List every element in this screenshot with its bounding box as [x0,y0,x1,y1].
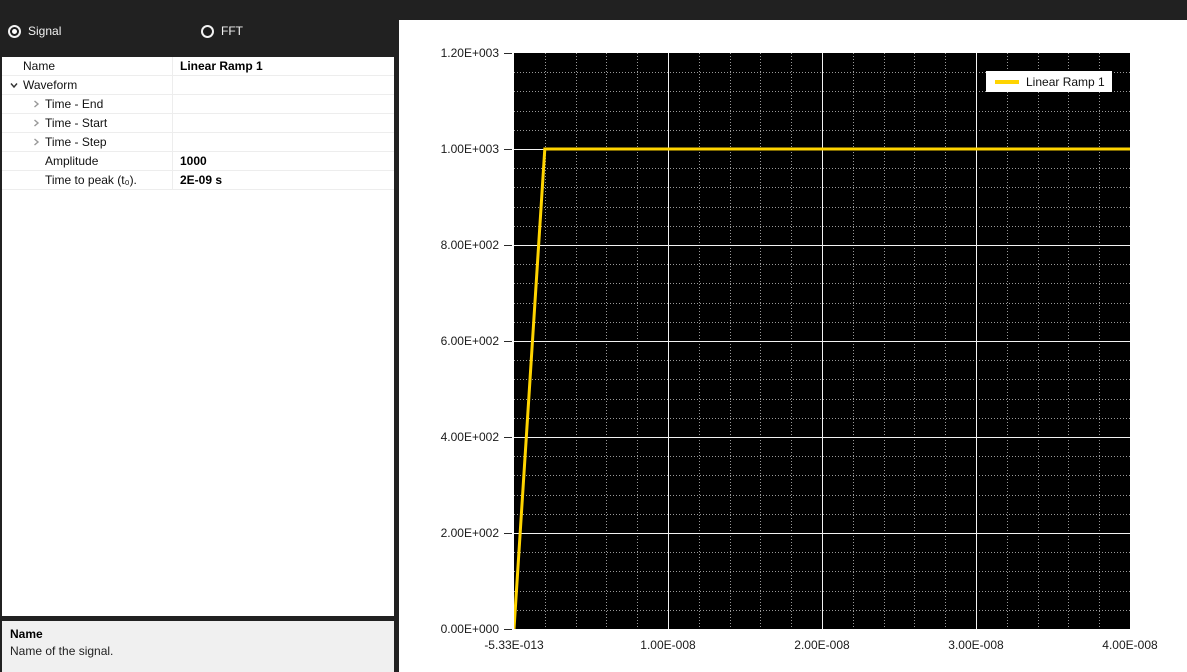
property-label: Time - Start [45,116,108,130]
radio-unselected-icon[interactable] [201,24,214,38]
y-tick-mark [504,437,512,438]
property-row[interactable]: Time - Start [2,114,394,133]
property-label-cell: Waveform [2,76,173,94]
property-value[interactable] [173,133,394,151]
property-description: Name Name of the signal. [2,621,394,672]
chart-header-bar [399,0,1187,20]
property-label: Name [23,59,56,73]
y-tick-mark [504,341,512,342]
property-label: Waveform [23,78,78,92]
y-tick-label: 8.00E+002 [440,238,499,252]
y-tick-label: 6.00E+002 [440,334,499,348]
property-row[interactable]: Time to peak (t₀). 2E-09 s [2,171,394,190]
property-label-cell: Amplitude [2,152,173,170]
plot-svg [514,53,1130,629]
x-tick-label: 3.00E-008 [948,638,1004,652]
y-tick-label: 4.00E+002 [440,430,499,444]
y-tick-mark [504,53,512,54]
property-value[interactable]: Linear Ramp 1 [173,57,394,75]
legend: Linear Ramp 1 [986,71,1112,92]
x-tick-label: 4.00E-008 [1102,638,1158,652]
y-tick-label: 1.00E+003 [440,142,499,156]
property-value[interactable] [173,76,394,94]
description-body: Name of the signal. [10,644,114,658]
legend-label: Linear Ramp 1 [1026,74,1105,89]
property-grid: Name Linear Ramp 1 Waveform Time - End Time … [2,57,394,616]
signal-radio[interactable]: Signal [8,24,61,38]
property-rows: Name Linear Ramp 1 Waveform Time - End Time … [2,57,394,190]
property-label: Time - End [45,97,104,111]
chevron-right-icon[interactable] [27,99,45,109]
property-value[interactable] [173,95,394,113]
y-tick-mark [504,533,512,534]
description-title: Name [10,627,43,641]
y-tick-label: 0.00E+000 [440,622,499,636]
plot-area: Linear Ramp 1 [514,53,1130,629]
property-label: Amplitude [45,154,99,168]
property-value[interactable]: 1000 [173,152,394,170]
x-tick-label: 1.00E-008 [640,638,696,652]
radio-selected-icon[interactable] [8,24,21,38]
property-label-cell: Time to peak (t₀). [2,171,173,189]
property-label-cell: Time - Start [2,114,173,132]
property-label-cell: Time - Step [2,133,173,151]
y-tick-label: 2.00E+002 [440,526,499,540]
chart-panel: Linear Ramp 1 0.00E+000 2.00E+002 4.00E+00… [399,0,1187,672]
property-label-cell: Time - End [2,95,173,113]
fft-radio-label: FFT [221,24,243,38]
property-row[interactable]: Waveform [2,76,394,95]
y-tick-mark [504,245,512,246]
property-row[interactable]: Time - Step [2,133,394,152]
fft-radio[interactable]: FFT [201,24,243,38]
property-label-cell: Name [2,57,173,75]
property-value[interactable] [173,114,394,132]
property-label: Time to peak (t₀). [45,173,137,187]
x-tick-label: -5.33E-013 [484,638,544,652]
signal-radio-label: Signal [28,24,62,38]
chevron-right-icon[interactable] [27,118,45,128]
y-tick-mark [504,149,512,150]
property-label: Time - Step [45,135,107,149]
signal-editor-window: Signal FFT Name Linear Ramp 1 Waveform Time… [0,0,1187,672]
property-row[interactable]: Amplitude 1000 [2,152,394,171]
x-tick-label: 2.00E-008 [794,638,850,652]
property-row[interactable]: Time - End [2,95,394,114]
property-value[interactable]: 2E-09 s [173,171,394,189]
y-tick-label: 1.20E+003 [440,46,499,60]
chevron-down-icon[interactable] [5,80,23,90]
property-row[interactable]: Name Linear Ramp 1 [2,57,394,76]
y-tick-mark [504,629,512,630]
chevron-right-icon[interactable] [27,137,45,147]
legend-color-swatch [995,79,1019,84]
signal-settings-panel: Signal FFT Name Linear Ramp 1 Waveform Time… [0,0,399,672]
